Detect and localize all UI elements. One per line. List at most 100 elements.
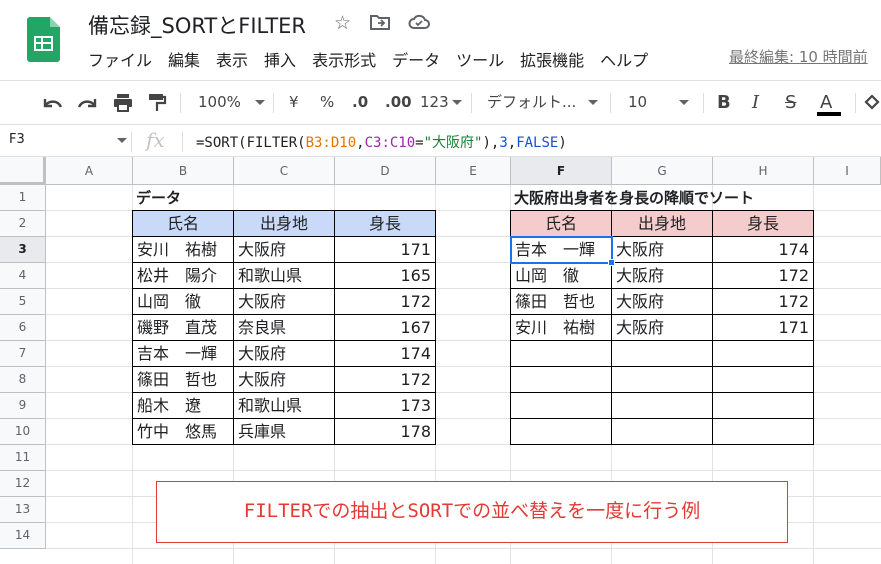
text-color-button[interactable]: A [817, 81, 841, 124]
table-cell[interactable]: 大阪府 [233, 236, 335, 263]
table-cell[interactable]: 165 [334, 262, 436, 289]
table-cell[interactable] [712, 366, 814, 393]
font-family-select[interactable]: デフォルト... [487, 81, 599, 124]
column-header[interactable]: G [612, 157, 713, 185]
table-header-cell[interactable]: 身長 [712, 210, 814, 237]
last-edit-link[interactable]: 最終編集: 10 時間前 [729, 46, 868, 67]
row-header[interactable]: 6 [0, 315, 46, 341]
table-cell[interactable]: 174 [334, 340, 436, 367]
table-cell[interactable] [611, 366, 713, 393]
select-all-corner[interactable] [0, 157, 46, 185]
table-cell[interactable]: 大阪府 [233, 288, 335, 315]
row-header[interactable]: 4 [0, 263, 46, 289]
table-cell[interactable]: 山岡 徹 [132, 288, 234, 315]
name-box-dropdown-icon[interactable] [117, 138, 127, 143]
column-header[interactable]: I [814, 157, 881, 185]
column-header[interactable]: D [335, 157, 436, 185]
table-cell[interactable] [611, 340, 713, 367]
table-cell[interactable]: 172 [712, 262, 814, 289]
row-header[interactable]: 14 [0, 523, 46, 549]
zoom-select[interactable]: 100% [198, 81, 265, 124]
table-header-cell[interactable]: 身長 [334, 210, 436, 237]
menu-item[interactable]: 表示形式 [312, 47, 376, 71]
table-cell[interactable]: 173 [334, 392, 436, 419]
table-cell[interactable]: 磯野 直茂 [132, 314, 234, 341]
table-cell[interactable] [712, 340, 814, 367]
table-cell[interactable]: 篠田 哲也 [510, 288, 612, 315]
menu-item[interactable]: 編集 [168, 47, 200, 71]
table-cell[interactable]: 松井 陽介 [132, 262, 234, 289]
menu-item[interactable]: 拡張機能 [520, 47, 584, 71]
table-cell[interactable] [611, 392, 713, 419]
menu-item[interactable]: ツール [456, 47, 504, 71]
sheets-logo-icon[interactable] [27, 17, 60, 62]
table-cell[interactable]: 篠田 哲也 [132, 366, 234, 393]
table-cell[interactable] [510, 418, 612, 445]
column-header[interactable]: H [713, 157, 814, 185]
font-size-select[interactable]: 10 [628, 81, 690, 124]
row-header[interactable]: 1 [0, 185, 46, 211]
name-box[interactable]: F3 [9, 132, 25, 147]
table-cell[interactable]: 大阪府 [233, 366, 335, 393]
undo-icon[interactable] [40, 81, 64, 124]
table-cell[interactable]: 178 [334, 418, 436, 445]
cloud-saved-icon[interactable] [408, 13, 430, 35]
table-cell[interactable]: 竹中 悠馬 [132, 418, 234, 445]
column-header[interactable]: C [234, 157, 335, 185]
table-cell[interactable]: 大阪府 [233, 340, 335, 367]
table-cell[interactable] [510, 392, 612, 419]
column-header[interactable]: F [511, 157, 612, 185]
menu-item[interactable]: 表示 [216, 47, 248, 71]
table-cell[interactable]: 171 [334, 236, 436, 263]
table-cell[interactable]: 安川 祐樹 [132, 236, 234, 263]
decrease-decimal-button[interactable]: .0 [352, 81, 368, 124]
table-cell[interactable]: 171 [712, 314, 814, 341]
table-cell[interactable]: 大阪府 [611, 262, 713, 289]
row-header[interactable]: 2 [0, 211, 46, 237]
row-header[interactable]: 5 [0, 289, 46, 315]
table-cell[interactable]: 船木 遼 [132, 392, 234, 419]
menu-item[interactable]: データ [392, 47, 440, 71]
table-cell[interactable]: 174 [712, 236, 814, 263]
table-cell[interactable] [510, 366, 612, 393]
table-cell[interactable]: 吉本 一輝 [132, 340, 234, 367]
table-cell[interactable]: 172 [334, 366, 436, 393]
redo-icon[interactable] [76, 81, 100, 124]
star-icon[interactable]: ☆ [334, 13, 351, 33]
percent-format-button[interactable]: % [320, 81, 334, 124]
table-header-cell[interactable]: 出身地 [233, 210, 335, 237]
paint-format-icon[interactable] [145, 81, 169, 124]
fill-handle[interactable] [608, 259, 615, 266]
row-header[interactable]: 9 [0, 393, 46, 419]
table-cell[interactable]: 和歌山県 [233, 262, 335, 289]
table-cell[interactable]: 山岡 徹 [510, 262, 612, 289]
table-header-cell[interactable]: 氏名 [132, 210, 234, 237]
strikethrough-button[interactable]: S [785, 81, 796, 124]
currency-format-button[interactable]: ¥ [289, 81, 299, 124]
more-formats-select[interactable]: 123 [420, 81, 462, 124]
table-cell[interactable]: 和歌山県 [233, 392, 335, 419]
table-cell[interactable] [510, 340, 612, 367]
column-header[interactable]: A [46, 157, 133, 185]
table-cell[interactable]: 大阪府 [611, 236, 713, 263]
table-cell[interactable]: 兵庫県 [233, 418, 335, 445]
row-header[interactable]: 7 [0, 341, 46, 367]
table-cell[interactable] [611, 418, 713, 445]
print-icon[interactable] [111, 81, 135, 124]
row-header[interactable]: 12 [0, 471, 46, 497]
table-cell[interactable] [712, 392, 814, 419]
table-cell[interactable]: 172 [712, 288, 814, 315]
column-header[interactable]: B [133, 157, 234, 185]
menu-item[interactable]: 挿入 [264, 47, 296, 71]
menu-item[interactable]: ファイル [88, 47, 152, 71]
row-header[interactable]: 10 [0, 419, 46, 445]
table-cell[interactable]: 奈良県 [233, 314, 335, 341]
table-cell[interactable]: 大阪府 [611, 314, 713, 341]
row-header[interactable]: 3 [0, 237, 46, 263]
table-cell[interactable]: 安川 祐樹 [510, 314, 612, 341]
table-cell[interactable] [712, 418, 814, 445]
increase-decimal-button[interactable]: .00 [385, 81, 412, 124]
italic-button[interactable]: I [752, 81, 759, 124]
row-header[interactable]: 8 [0, 367, 46, 393]
column-header[interactable]: E [436, 157, 511, 185]
